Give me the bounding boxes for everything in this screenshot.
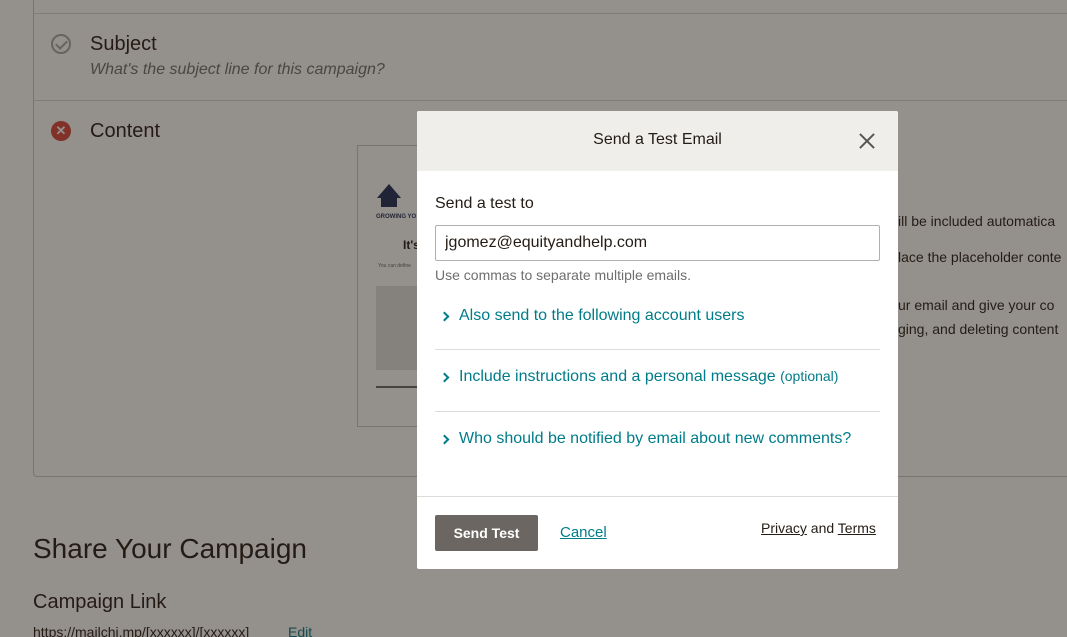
divider [435, 411, 880, 412]
modal-title: Send a Test Email [593, 131, 722, 148]
accordion-label: Include instructions and a personal mess… [459, 368, 838, 386]
send-test-button[interactable]: Send Test [435, 515, 538, 551]
modal-header: Send a Test Email [417, 111, 898, 171]
chevron-right-icon [439, 434, 450, 445]
terms-link[interactable]: Terms [838, 520, 876, 536]
close-icon[interactable] [855, 129, 879, 153]
modal-body: Send a test to Use commas to separate mu… [417, 171, 898, 497]
email-input[interactable] [435, 225, 880, 261]
accordion-label: Also send to the following account users [459, 307, 745, 324]
accordion-label: Who should be notified by email about ne… [459, 430, 852, 447]
chevron-right-icon [439, 311, 450, 322]
legal-links: Privacy and Terms [761, 520, 876, 536]
accordion-label-text: Include instructions and a personal mess… [459, 368, 776, 385]
optional-tag: (optional) [780, 368, 839, 384]
accordion-comment-notifications[interactable]: Who should be notified by email about ne… [435, 430, 880, 454]
accordion-account-users[interactable]: Also send to the following account users [435, 307, 880, 331]
send-test-email-modal: Send a Test Email Send a test to Use com… [417, 111, 898, 569]
privacy-link[interactable]: Privacy [761, 520, 807, 536]
cancel-link[interactable]: Cancel [560, 524, 607, 541]
and-text: and [810, 520, 835, 536]
chevron-right-icon [439, 372, 450, 383]
email-help-text: Use commas to separate multiple emails. [435, 267, 691, 283]
accordion-personal-message[interactable]: Include instructions and a personal mess… [435, 368, 880, 392]
send-to-label: Send a test to [435, 195, 534, 212]
divider [435, 349, 880, 350]
modal-footer: Send Test Cancel Privacy and Terms [417, 496, 898, 569]
